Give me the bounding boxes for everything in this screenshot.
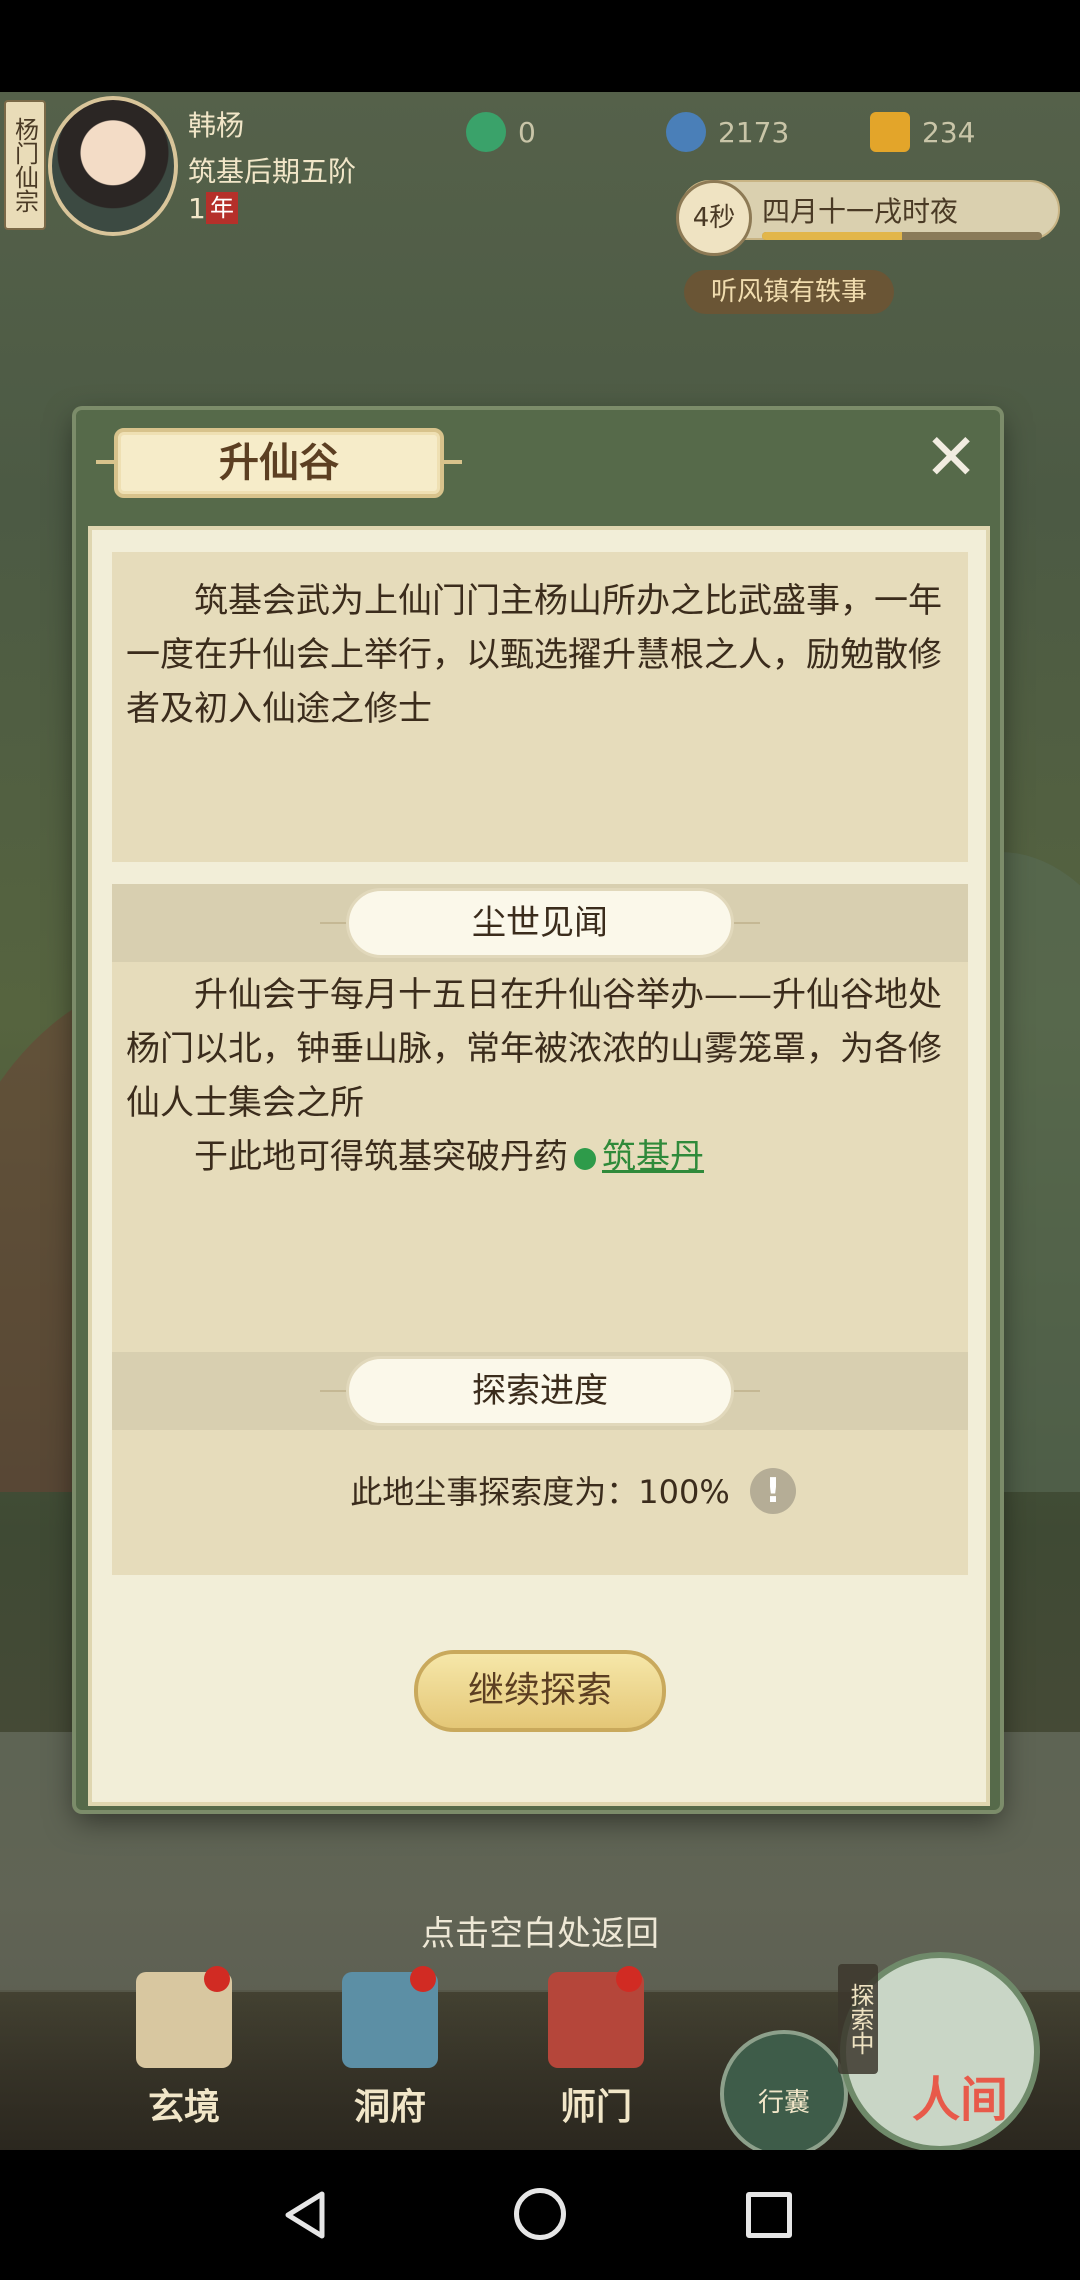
pavilion-icon: [342, 1966, 438, 2068]
nav-dongfu[interactable]: 洞府: [310, 1966, 470, 2130]
scroll-icon: [136, 1966, 232, 2068]
nav-xuanjing[interactable]: 玄境: [104, 1966, 264, 2130]
foundation-pill-link[interactable]: 筑基丹: [602, 1137, 704, 1177]
nav-shimen[interactable]: 师门: [516, 1966, 676, 2130]
nav-label: 洞府: [353, 2086, 426, 2128]
jade-swirl-icon: [466, 112, 506, 152]
currency-coin[interactable]: 2173: [666, 112, 789, 152]
player-age: 1: [188, 192, 206, 225]
gold-ingot-icon: [870, 112, 910, 152]
currency-gold[interactable]: 234: [870, 112, 975, 152]
sect-tag[interactable]: 杨门仙宗: [4, 100, 46, 230]
section-title-world: 尘世见闻: [346, 888, 734, 958]
world-para-2-prefix: 于此地可得筑基突破丹药: [194, 1137, 568, 1177]
section-title-progress: 探索进度: [346, 1356, 734, 1426]
back-icon[interactable]: [282, 2190, 332, 2240]
player-name: 韩杨: [188, 109, 245, 142]
notification-dot: [410, 1966, 436, 1992]
pill-icon: [574, 1148, 596, 1170]
world-para-2: 于此地可得筑基突破丹药 筑基丹: [126, 1130, 956, 1184]
player-realm: 筑基后期五阶: [188, 155, 357, 188]
info-icon[interactable]: !: [750, 1468, 796, 1514]
continue-explore-button[interactable]: 继续探索: [414, 1650, 666, 1732]
currency-value: 234: [922, 115, 976, 149]
intro-text: 筑基会武为上仙门门主杨山所办之比武盛事，一年一度在升仙会上举行，以甄选擢升慧根之…: [126, 581, 942, 729]
world-para-1: 升仙会于每月十五日在升仙谷举办——升仙谷地处杨门以北，钟垂山脉，常年被浓浓的山雾…: [126, 975, 942, 1123]
recent-apps-icon[interactable]: [746, 2192, 792, 2238]
notification-dot: [616, 1966, 642, 1992]
time-progress: [762, 232, 1042, 240]
coin-icon: [666, 112, 706, 152]
nav-label: 师门: [559, 2086, 632, 2128]
close-icon[interactable]: ✕: [918, 426, 984, 494]
exploring-tag: 探索中: [838, 1964, 878, 2074]
currency-jade[interactable]: 0: [466, 112, 536, 152]
notification-dot: [204, 1966, 230, 1992]
currency-value: 2173: [718, 115, 790, 149]
home-icon[interactable]: [514, 2188, 566, 2240]
player-age-unit: 年: [206, 192, 238, 224]
bag-label: 行囊: [757, 2088, 810, 2118]
explore-progress-text: 此地尘事探索度为：100%: [350, 1473, 730, 1511]
news-tag[interactable]: 听风镇有轶事: [684, 270, 894, 314]
nav-label: 玄境: [147, 2086, 220, 2128]
time-text: 四月十一戌时夜: [762, 195, 959, 228]
world-label: 人间: [911, 2072, 1008, 2128]
avatar[interactable]: [48, 96, 178, 236]
currency-value: 0: [518, 115, 536, 149]
tap-to-return-hint: 点击空白处返回: [421, 1914, 659, 1954]
modal-title: 升仙谷: [219, 439, 339, 486]
time-seconds: 4秒: [676, 180, 752, 256]
time-progress-fill: [762, 232, 902, 240]
banner-icon: [548, 1966, 644, 2068]
status-bar: [0, 0, 1080, 92]
